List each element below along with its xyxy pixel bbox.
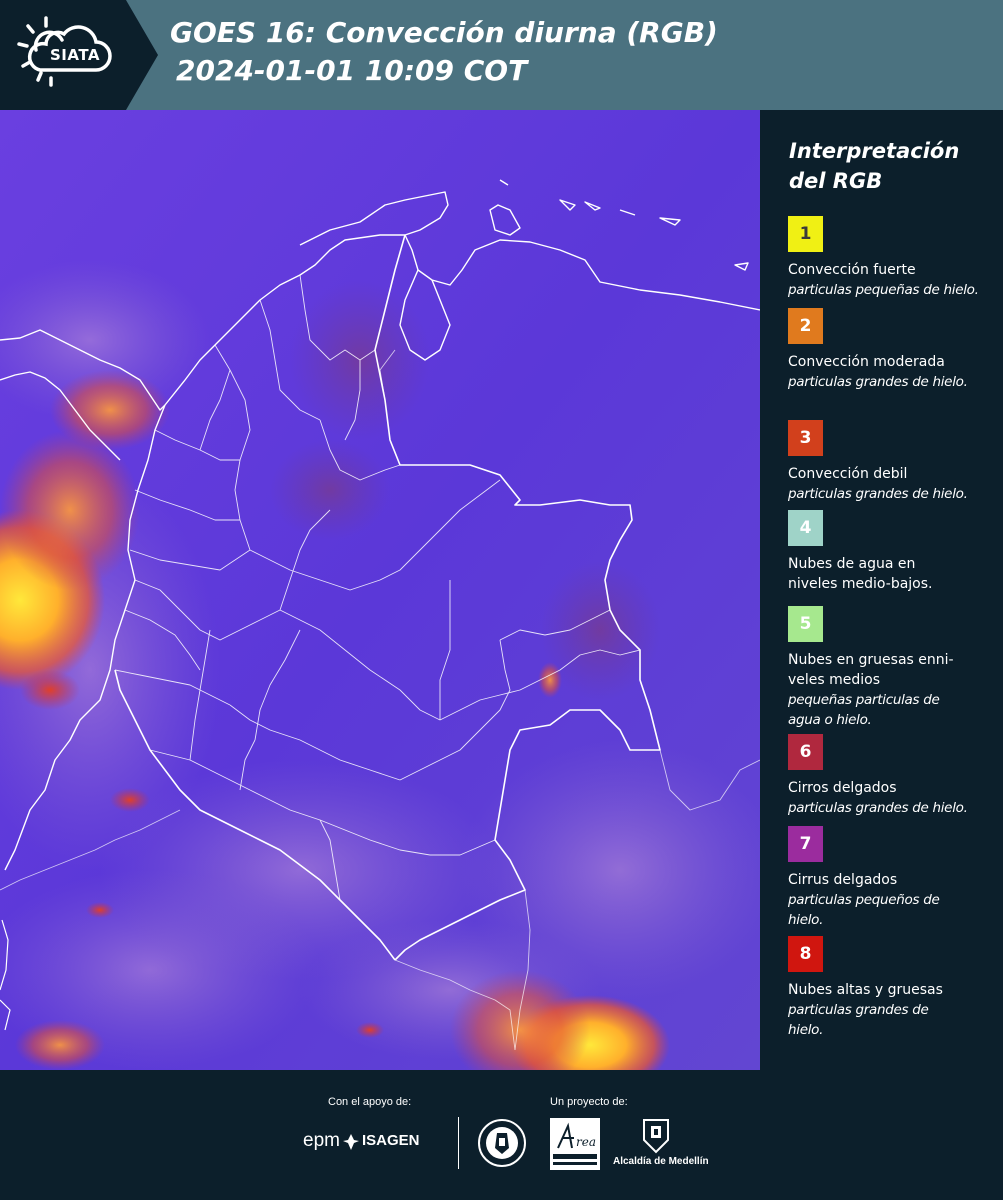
legend-item-8: 8 Nubes altas y gruesas particulas grand… [788,936,993,1040]
logo-text: SIATA [50,46,101,64]
legend-detail-1: particulas pequeñas de hielo. [788,282,979,298]
medellin-coat-of-arms-icon [643,1119,669,1154]
rgb-legend: Interpretación del RGB 1 Convección fuer… [760,110,1003,1070]
legend-swatch-7: 7 [788,826,823,862]
legend-detail-6: particulas grandes de hielo. [788,800,968,816]
legend-swatch-8: 8 [788,936,823,972]
legend-detail-2: particulas grandes de hielo. [788,374,968,390]
legend-swatch-6: 6 [788,734,823,770]
epm-logo: epm [303,1130,340,1151]
legend-item-2: 2 Convección moderada particulas grandes… [788,308,993,392]
legend-label-8: Nubes altas y gruesas [788,982,943,998]
legend-label-3: Convección debil [788,466,908,482]
legend-item-5: 5 Nubes en gruesas enni-veles medios peq… [788,606,993,730]
legend-label-1: Convección fuerte [788,262,916,278]
legend-label-5: Nubes en gruesas enni-veles medios [788,652,954,688]
legend-detail-5: pequeñas particulas de agua o hielo. [788,692,940,728]
project-label: Un proyecto de: [550,1096,628,1108]
footer: Con el apoyo de: epm ISAGEN Un proyecto … [0,1070,1003,1200]
legend-title: Interpretación del RGB [789,139,960,193]
legend-item-6: 6 Cirros delgados particulas grandes de … [788,734,993,818]
legend-swatch-5: 5 [788,606,823,642]
legend-label-2: Convección moderada [788,354,945,370]
area-metropolitana-logo: rea [550,1118,600,1170]
legend-detail-7: particulas pequeños de hielo. [788,892,940,928]
legend-item-1: 1 Convección fuerte particulas pequeñas … [788,216,993,300]
title-line-1: GOES 16: Convección diurna (RGB) [170,16,718,49]
siata-logo: SIATA [0,0,158,110]
legend-label-7: Cirrus delgados [788,872,898,888]
legend-label-4: Nubes de agua en niveles medio-bajos. [788,556,933,592]
legend-detail-3: particulas grandes de hielo. [788,486,968,502]
legend-label-6: Cirros delgados [788,780,897,796]
alcaldia-label: Alcaldía de Medellín [613,1156,709,1167]
legend-swatch-1: 1 [788,216,823,252]
legend-swatch-2: 2 [788,308,823,344]
legend-swatch-4: 4 [788,510,823,546]
university-seal-icon [478,1119,526,1167]
footer-divider [458,1117,459,1169]
page-title: GOES 16: Convección diurna (RGB) 2024-01… [170,14,718,90]
legend-item-4: 4 Nubes de agua en niveles medio-bajos. [788,510,993,594]
isagen-logo: ISAGEN [362,1132,420,1149]
support-label: Con el apoyo de: [328,1096,412,1108]
satellite-image [0,110,760,1070]
header-bar: SIATA GOES 16: Convección diurna (RGB) 2… [0,0,1003,110]
legend-swatch-3: 3 [788,420,823,456]
svg-text:rea: rea [576,1135,596,1149]
legend-item-3: 3 Convección debil particulas grandes de… [788,420,993,504]
legend-detail-8: particulas grandes de hielo. [788,1002,929,1038]
title-line-2: 2024-01-01 10:09 COT [176,54,528,87]
legend-item-7: 7 Cirrus delgados particulas pequeños de… [788,826,993,930]
isagen-mark-icon [343,1134,359,1150]
satellite-map [0,110,760,1070]
